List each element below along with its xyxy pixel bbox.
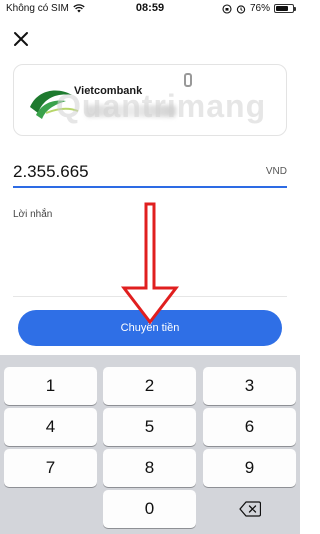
key-7[interactable]: 7 <box>4 449 97 487</box>
transfer-button-label: Chuyển tiền <box>120 322 180 334</box>
key-5[interactable]: 5 <box>103 408 196 446</box>
amount-currency: VND <box>265 166 287 177</box>
status-right: 76% <box>222 3 296 14</box>
watermark: Quantrimang <box>56 88 267 124</box>
key-blank <box>4 490 97 528</box>
backspace-icon <box>238 501 261 517</box>
message-divider <box>13 296 287 297</box>
key-2[interactable]: 2 <box>103 367 196 405</box>
alarm-icon <box>236 4 246 14</box>
battery-percent: 76% <box>249 3 270 14</box>
numeric-keypad: 1 2 3 4 5 6 7 8 9 0 <box>0 355 300 534</box>
orientation-lock-icon <box>222 3 232 14</box>
key-9[interactable]: 9 <box>203 449 296 487</box>
key-6[interactable]: 6 <box>203 408 296 446</box>
amount-field[interactable]: 2.355.665 VND <box>13 160 287 188</box>
key-0[interactable]: 0 <box>103 490 196 528</box>
key-4[interactable]: 4 <box>4 408 97 446</box>
message-field[interactable]: Lời nhắn <box>13 209 52 220</box>
amount-value: 2.355.665 <box>13 162 89 181</box>
close-icon[interactable] <box>12 30 30 48</box>
card-badge-icon <box>184 73 192 87</box>
key-3[interactable]: 3 <box>203 367 296 405</box>
key-delete[interactable] <box>203 490 296 528</box>
battery-fill <box>276 6 289 11</box>
key-1[interactable]: 1 <box>4 367 97 405</box>
key-8[interactable]: 8 <box>103 449 196 487</box>
status-bar: Không có SIM 08:59 76% <box>0 0 300 18</box>
battery-icon <box>274 4 296 13</box>
transfer-button[interactable]: Chuyển tiền <box>18 310 282 346</box>
